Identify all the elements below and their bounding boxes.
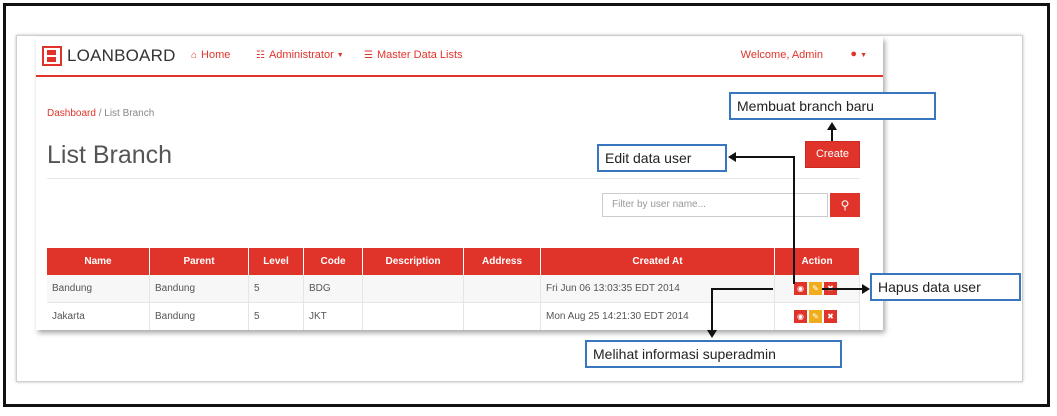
breadcrumb: Dashboard / List Branch (47, 108, 154, 119)
column-header[interactable]: Code (303, 248, 363, 275)
home-icon: ⌂ (191, 49, 198, 61)
search-icon: ⚲ (840, 198, 850, 212)
cell-code: BDG (303, 275, 363, 303)
loanboard-logo-icon (42, 46, 62, 66)
user-icon: ● (850, 48, 857, 60)
caret-down-icon: ▼ (860, 52, 867, 59)
nav-master-data[interactable]: ☰ Master Data Lists (364, 49, 463, 61)
cell-name: Jakarta (47, 302, 150, 330)
breadcrumb-separator: / (98, 108, 102, 119)
cell-description (362, 302, 464, 330)
search-button[interactable]: ⚲ (830, 193, 860, 217)
app-window: LOANBOARD ⌂ Home ☷ Administrator ▼ ☰ Mas… (36, 37, 883, 330)
cell-level: 5 (248, 275, 304, 303)
brand-name: LOANBOARD (67, 46, 176, 65)
create-button[interactable]: Create (806, 142, 859, 167)
callout-create: Membuat branch baru (729, 92, 936, 120)
eye-icon: ◉ (797, 312, 804, 321)
arrowhead-delete (862, 284, 870, 294)
nav-home[interactable]: ⌂ Home (191, 49, 230, 61)
breadcrumb-current: List Branch (104, 108, 155, 119)
sitemap-icon: ☷ (256, 49, 265, 61)
list-icon: ☰ (364, 49, 373, 61)
cell-parent: Bandung (149, 302, 249, 330)
title-divider (47, 178, 860, 179)
cell-address (463, 275, 541, 303)
edit-icon: ✎ (812, 312, 819, 321)
table-row: Jakarta Bandung 5 JKT Mon Aug 25 14:21:3… (47, 302, 860, 330)
breadcrumb-dashboard[interactable]: Dashboard (47, 108, 96, 119)
nav-administrator[interactable]: ☷ Administrator ▼ (256, 49, 344, 61)
cell-description (362, 275, 464, 303)
connector-edit-horizontal (735, 156, 795, 158)
connector-edit-vertical (793, 156, 795, 284)
close-icon: ✖ (827, 312, 834, 321)
nav-administrator-label: Administrator (268, 49, 334, 61)
column-header: Action (774, 248, 860, 275)
delete-button[interactable]: ✖ (824, 310, 837, 323)
edit-button[interactable]: ✎ (809, 282, 822, 295)
column-header[interactable]: Address (463, 248, 541, 275)
edit-icon: ✎ (812, 284, 819, 293)
nav-master-data-label: Master Data Lists (376, 49, 463, 61)
connector-view-horizontal (711, 288, 773, 290)
connector-delete (822, 288, 862, 290)
cell-actions: ◉ ✎ ✖ (774, 302, 860, 330)
cell-created-at: Mon Aug 25 14:21:30 EDT 2014 (540, 302, 775, 330)
view-button[interactable]: ◉ (794, 310, 807, 323)
callout-view: Melihat informasi superadmin (585, 340, 842, 368)
column-header[interactable]: Description (362, 248, 464, 275)
column-header[interactable]: Created At (540, 248, 775, 275)
nav-home-label: Home (201, 49, 231, 61)
eye-icon: ◉ (797, 284, 804, 293)
cell-address (463, 302, 541, 330)
cell-parent: Bandung (149, 275, 249, 303)
arrowhead-edit (728, 152, 736, 162)
brand-logo[interactable]: LOANBOARD (42, 45, 176, 67)
arrowhead-view (707, 330, 717, 338)
user-menu[interactable]: ● ▼ (850, 48, 867, 60)
callout-delete: Hapus data user (870, 273, 1021, 301)
column-header[interactable]: Name (47, 248, 150, 275)
cell-name: Bandung (47, 275, 150, 303)
cell-code: JKT (303, 302, 363, 330)
edit-button[interactable]: ✎ (809, 310, 822, 323)
welcome-text: Welcome, Admin (740, 49, 823, 61)
page-title: List Branch (47, 141, 173, 169)
connector-create (831, 129, 833, 141)
column-header[interactable]: Parent (149, 248, 249, 275)
navbar: LOANBOARD ⌂ Home ☷ Administrator ▼ ☰ Mas… (36, 37, 883, 77)
connector-view-vertical (711, 288, 713, 330)
caret-down-icon: ▼ (336, 51, 344, 59)
callout-edit: Edit data user (597, 144, 727, 172)
column-header[interactable]: Level (248, 248, 304, 275)
arrowhead-create (827, 122, 837, 130)
table-header-row: Name Parent Level Code Description Addre… (47, 248, 860, 275)
cell-level: 5 (248, 302, 304, 330)
view-button[interactable]: ◉ (794, 282, 807, 295)
